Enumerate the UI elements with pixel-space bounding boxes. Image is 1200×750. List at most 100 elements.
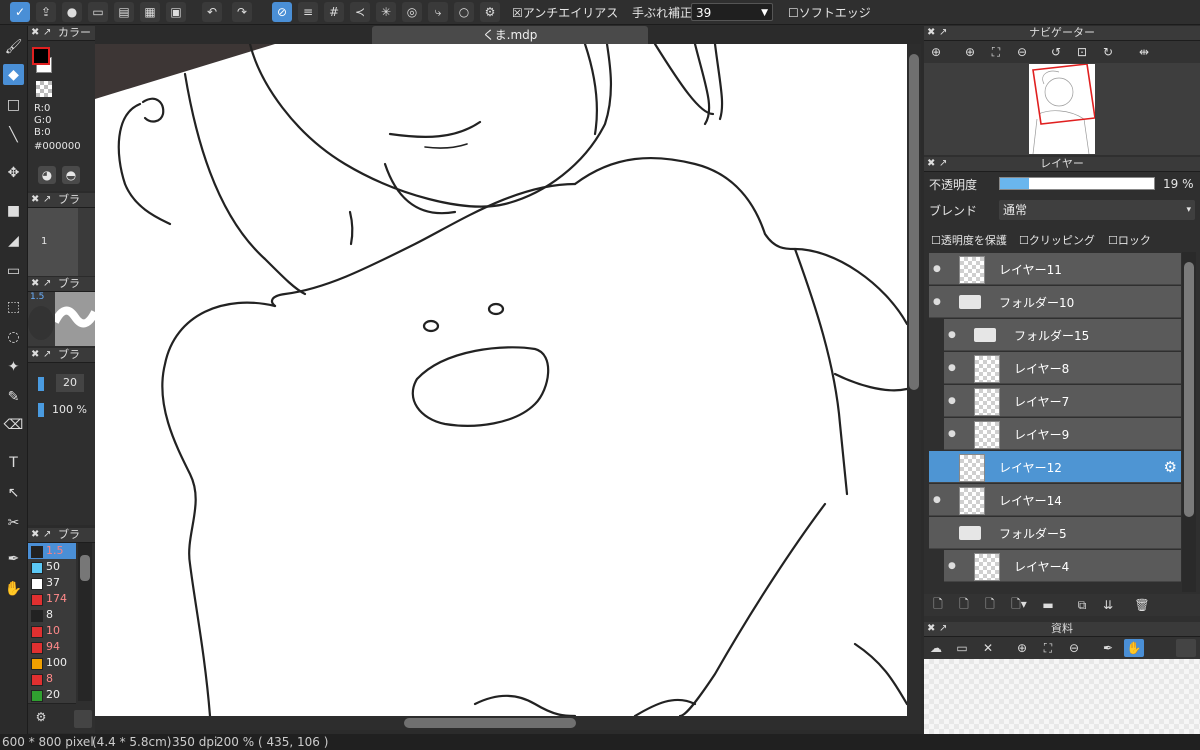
visibility-toggle-icon[interactable]: ●	[948, 561, 958, 571]
brush-size-field[interactable]: 20	[56, 374, 84, 392]
rect-select-tool-icon[interactable]: ⬚	[3, 296, 24, 317]
layer-folder-row[interactable]: ● フォルダー15	[944, 319, 1181, 351]
operation-tool-icon[interactable]: ↖	[3, 482, 24, 503]
blend-mode-select[interactable]: 通常 ▾	[999, 200, 1195, 220]
curve-snap-icon[interactable]: ⤷	[428, 2, 448, 22]
color-palette-icon[interactable]: ◓	[62, 166, 80, 184]
undo-icon[interactable]: ↶	[202, 2, 222, 22]
close-icon[interactable]: ✖	[31, 348, 39, 362]
settings-icon[interactable]: ⚙	[480, 2, 500, 22]
ellipse-snap-icon[interactable]: ○	[454, 2, 474, 22]
layer-row[interactable]: ● レイヤー4	[944, 550, 1181, 582]
visibility-toggle-icon[interactable]: ●	[933, 264, 943, 274]
brush-list-scrollbar[interactable]	[78, 543, 92, 701]
brush-list-scroll-thumb[interactable]	[80, 555, 90, 581]
drawing-canvas[interactable]	[95, 44, 907, 716]
layer-opacity-slider[interactable]	[999, 177, 1155, 190]
layer-row[interactable]: ● レイヤー8	[944, 352, 1181, 384]
reset-rotation-icon[interactable]: ⊡	[1072, 43, 1092, 61]
layer-settings-icon[interactable]: ⚙	[1164, 458, 1177, 476]
materials-preview[interactable]	[924, 659, 1200, 734]
duplicate-layer-icon[interactable]: ⧉	[1072, 596, 1092, 614]
layer-list-scrollbar[interactable]	[1182, 252, 1196, 592]
layer-row[interactable]: レイヤー12 ⚙	[929, 451, 1181, 483]
soft-edge-checkbox[interactable]: ☐ソフトエッジ	[788, 4, 871, 21]
visibility-toggle-icon[interactable]: ●	[933, 495, 943, 505]
lasso-tool-icon[interactable]: ◌	[3, 326, 24, 347]
visibility-toggle-icon[interactable]	[933, 528, 943, 538]
brush-size-list[interactable]	[28, 208, 78, 276]
rotate-right-icon[interactable]: ↻	[1098, 43, 1118, 61]
close-icon[interactable]: ✖	[31, 277, 39, 291]
material-eyedropper-icon[interactable]: ✒	[1098, 639, 1118, 657]
zoom-in-icon[interactable]: ⊕	[960, 43, 980, 61]
visibility-toggle-icon[interactable]	[933, 462, 943, 472]
rotate-left-icon[interactable]: ↺	[1046, 43, 1066, 61]
panels-icon[interactable]: ▦	[140, 2, 160, 22]
navigator-preview[interactable]	[924, 63, 1200, 155]
merge-down-icon[interactable]: ⇊	[1098, 596, 1118, 614]
material-fit-icon[interactable]: ⛶	[1038, 639, 1058, 657]
grid-icon[interactable]: ▣	[166, 2, 186, 22]
eyedropper-tool-icon[interactable]: ✒	[3, 548, 24, 569]
concentric-snap-icon[interactable]: ◎	[402, 2, 422, 22]
document-tab[interactable]: くま.mdp	[372, 26, 648, 44]
new-halftone-layer-icon[interactable]: 🗋	[980, 596, 1000, 614]
zoom-out-icon[interactable]: ⊖	[1012, 43, 1032, 61]
open-folder-icon[interactable]: ▭	[952, 639, 972, 657]
layer-row[interactable]: ● レイヤー14	[929, 484, 1181, 516]
brush-list-item[interactable]: 100	[28, 655, 76, 672]
brush-menu-button[interactable]	[74, 710, 92, 728]
comment-icon[interactable]: ▭	[88, 2, 108, 22]
new-folder-icon[interactable]: ▬	[1038, 596, 1058, 614]
horizontal-scroll-thumb[interactable]	[404, 718, 576, 728]
opacity-slider-handle[interactable]	[38, 403, 44, 417]
material-zoom-in-icon[interactable]: ⊕	[1012, 639, 1032, 657]
size-slider-handle[interactable]	[38, 377, 44, 391]
brush-tool-icon[interactable]: 🖌	[3, 36, 24, 57]
brush-list-item[interactable]: 94	[28, 639, 76, 656]
line-tool-icon[interactable]: ╲	[3, 124, 24, 145]
share-icon[interactable]: ⇪	[36, 2, 56, 22]
hand-tool-icon[interactable]: ✋	[3, 578, 24, 599]
close-icon[interactable]: ✖	[31, 26, 39, 40]
brush-list-item[interactable]: 8	[28, 671, 76, 688]
layer-row[interactable]: ● レイヤー11	[929, 253, 1181, 285]
close-icon[interactable]: ✖	[31, 193, 39, 207]
canvas-horizontal-scrollbar[interactable]	[95, 716, 921, 730]
select-eraser-tool-icon[interactable]: ⌫	[3, 414, 24, 435]
zoom-fit-icon[interactable]: ⊕	[926, 43, 946, 61]
transparent-color-swatch[interactable]	[36, 81, 52, 97]
fit-window-icon[interactable]: ⛶	[986, 43, 1006, 61]
color-wheel-icon[interactable]: ◕	[38, 166, 56, 184]
new-color-layer-icon[interactable]: 🗋	[954, 596, 974, 614]
select-pen-tool-icon[interactable]: ✎	[3, 386, 24, 407]
brush-list-item[interactable]: 20	[28, 687, 76, 704]
close-icon[interactable]: ✖	[31, 528, 39, 542]
popout-icon[interactable]: ↗	[43, 26, 51, 40]
speech-bubble-icon[interactable]: ●	[62, 2, 82, 22]
stabilizer-select[interactable]: 39 ▼	[691, 3, 773, 21]
visibility-toggle-icon[interactable]: ●	[948, 363, 958, 373]
brush-list-item[interactable]: 174	[28, 591, 76, 608]
protect-alpha-checkbox[interactable]: ☐透明度を保護	[931, 232, 1007, 248]
brush-list-item[interactable]: 8	[28, 607, 76, 624]
brush-list-item[interactable]: 50	[28, 559, 76, 576]
grid-snap-icon[interactable]: #	[324, 2, 344, 22]
brush-list-item[interactable]: 1.5	[28, 543, 76, 560]
gradient-tool-icon[interactable]: ▭	[3, 260, 24, 281]
material-menu-button[interactable]	[1176, 639, 1196, 657]
text-tool-icon[interactable]: T	[3, 452, 24, 473]
visibility-toggle-icon[interactable]: ●	[933, 297, 943, 307]
divide-tool-icon[interactable]: ✂	[3, 512, 24, 533]
radial-snap-icon[interactable]: ✳	[376, 2, 396, 22]
antialias-checkbox[interactable]: ☒アンチエイリアス	[512, 4, 618, 21]
perspective-snap-icon[interactable]: ≺	[350, 2, 370, 22]
material-hand-icon[interactable]: ✋	[1124, 639, 1144, 657]
brush-list-item[interactable]: 37	[28, 575, 76, 592]
delete-layer-icon[interactable]: 🗑	[1132, 596, 1152, 614]
popout-icon[interactable]: ↗	[43, 277, 51, 291]
snap-off-icon[interactable]: ⊘	[272, 2, 292, 22]
layer-folder-row[interactable]: フォルダー5	[929, 517, 1181, 549]
visibility-toggle-icon[interactable]: ●	[948, 330, 958, 340]
